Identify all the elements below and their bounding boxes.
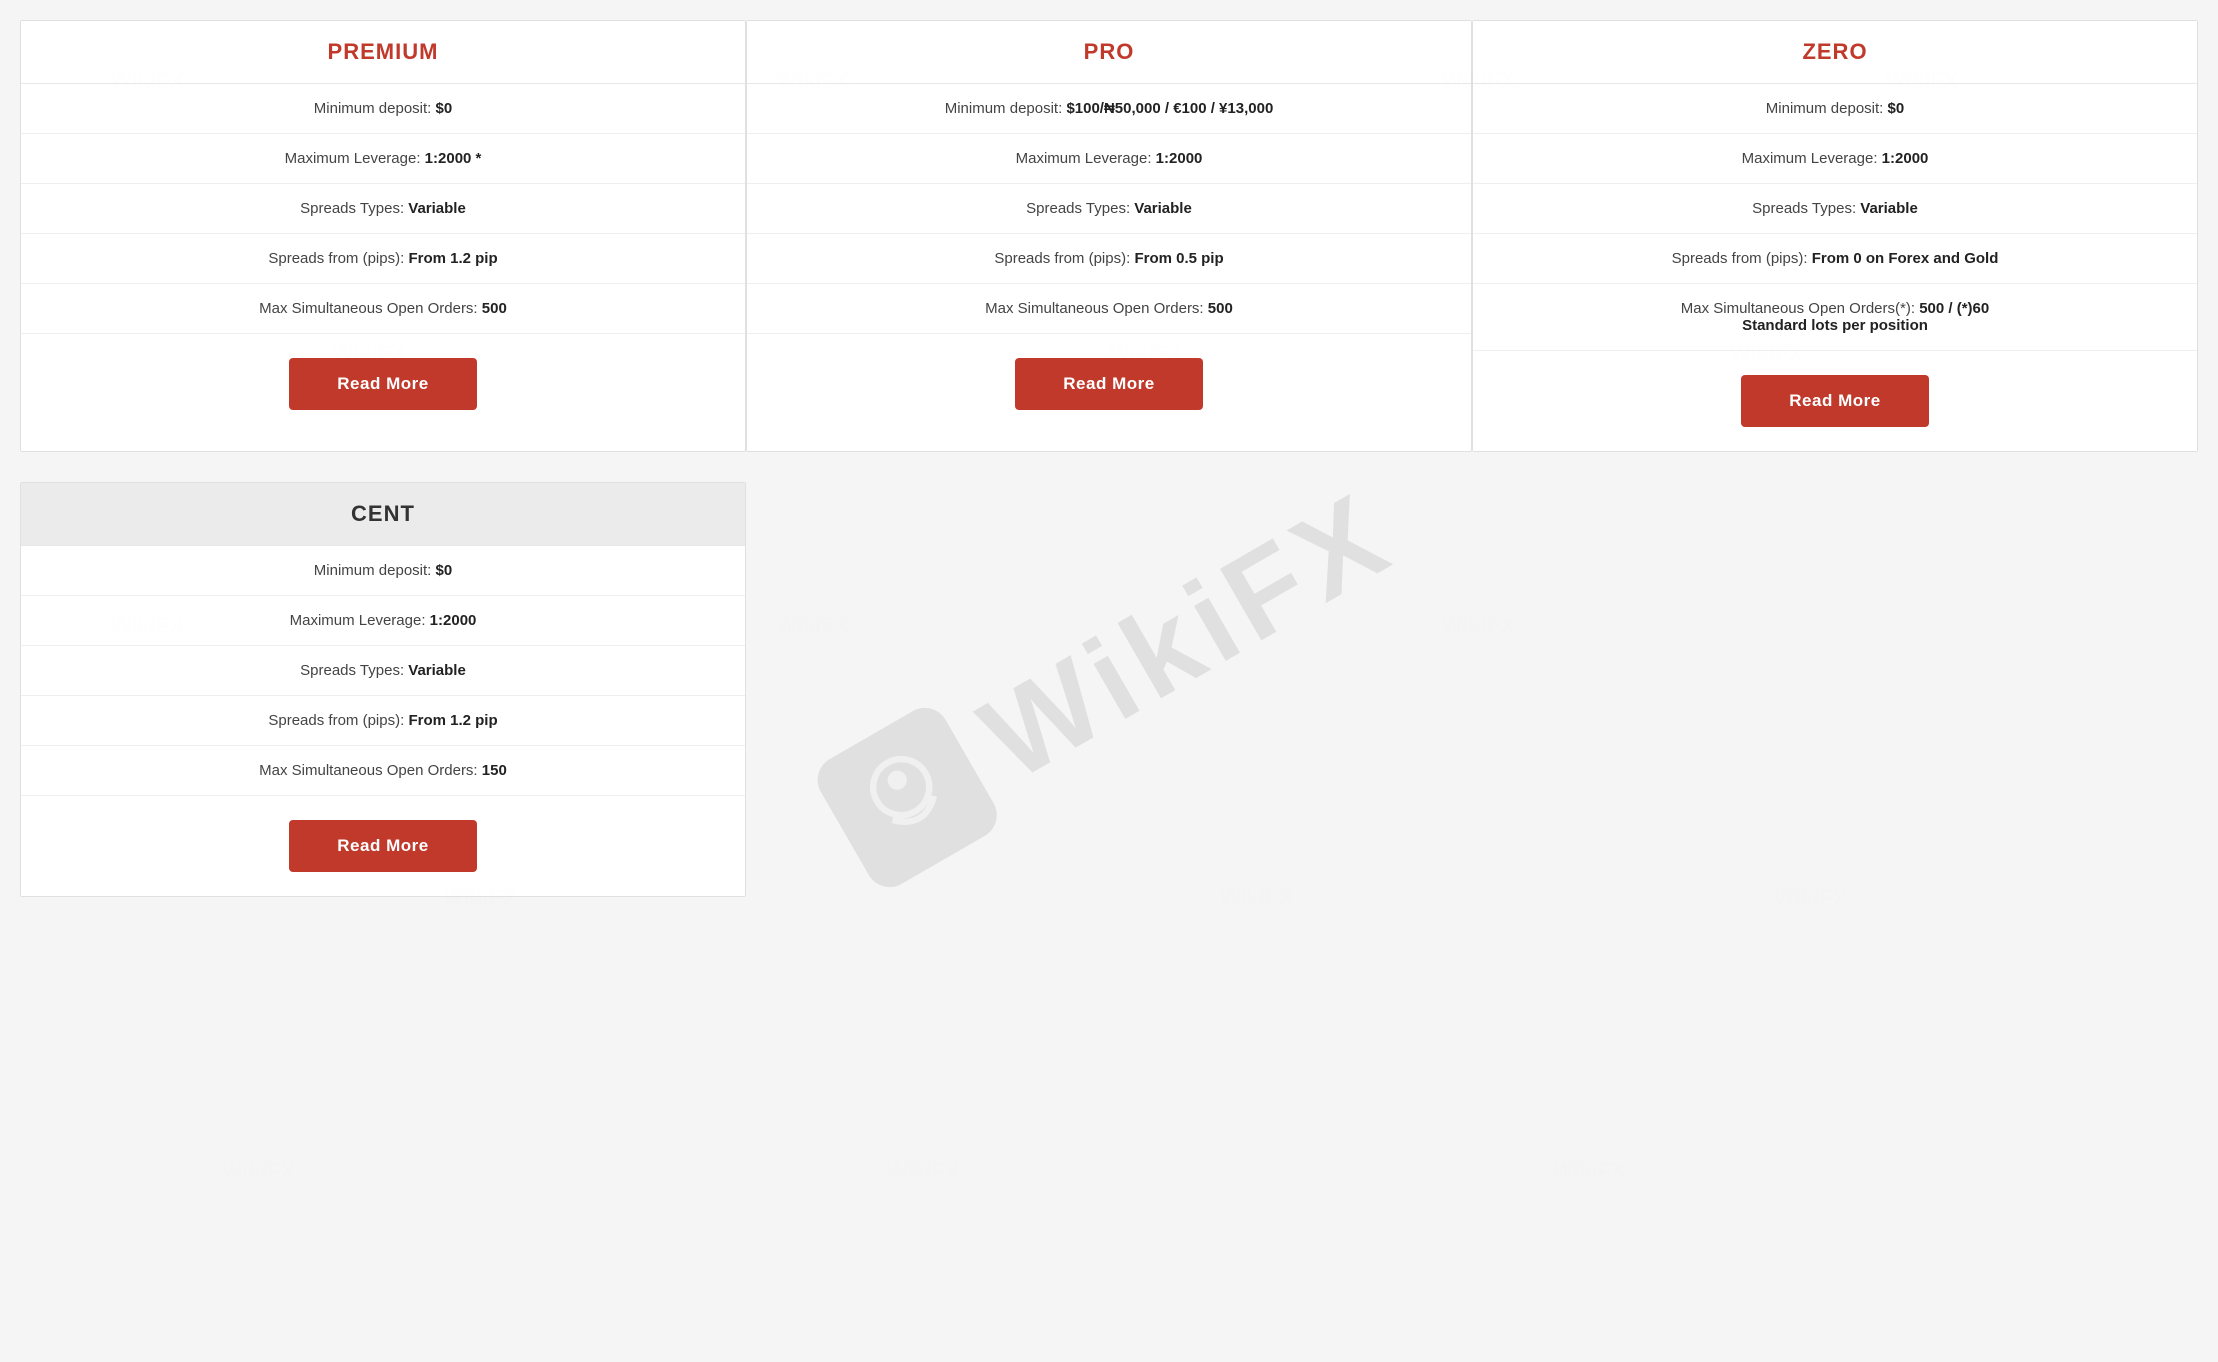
premium-read-more-button[interactable]: Read More [289, 358, 476, 410]
cent-title: CENT [351, 501, 415, 526]
pro-header: PRO [747, 21, 1471, 84]
premium-spreads-types: Spreads Types: Variable [21, 184, 745, 234]
cent-max-orders: Max Simultaneous Open Orders: 150 [21, 746, 745, 796]
premium-card: PREMIUM Minimum deposit: $0 Maximum Leve… [20, 20, 746, 452]
pro-card: PRO Minimum deposit: $100/₦50,000 / €100… [746, 20, 1472, 452]
empty-col-3 [1472, 482, 2198, 897]
zero-card: ZERO Minimum deposit: $0 Maximum Leverag… [1472, 20, 2198, 452]
cent-header: CENT [21, 483, 745, 546]
pro-read-more-button[interactable]: Read More [1015, 358, 1202, 410]
premium-header: PREMIUM [21, 21, 745, 84]
cent-min-deposit: Minimum deposit: $0 [21, 546, 745, 596]
pro-footer: Read More [747, 334, 1471, 434]
zero-footer: Read More [1473, 351, 2197, 451]
empty-col-2 [746, 482, 1472, 897]
zero-read-more-button[interactable]: Read More [1741, 375, 1928, 427]
zero-max-orders: Max Simultaneous Open Orders(*): 500 / (… [1473, 284, 2197, 351]
premium-min-deposit: Minimum deposit: $0 [21, 84, 745, 134]
pro-title: PRO [1084, 39, 1135, 64]
zero-min-deposit: Minimum deposit: $0 [1473, 84, 2197, 134]
cent-footer: Read More [21, 796, 745, 896]
pro-max-orders: Max Simultaneous Open Orders: 500 [747, 284, 1471, 334]
zero-spreads-types: Spreads Types: Variable [1473, 184, 2197, 234]
cent-card: CENT Minimum deposit: $0 Maximum Leverag… [20, 482, 746, 897]
premium-footer: Read More [21, 334, 745, 434]
cent-read-more-button[interactable]: Read More [289, 820, 476, 872]
zero-spreads-from: Spreads from (pips): From 0 on Forex and… [1473, 234, 2197, 284]
cent-spreads-from: Spreads from (pips): From 1.2 pip [21, 696, 745, 746]
pro-min-deposit: Minimum deposit: $100/₦50,000 / €100 / ¥… [747, 84, 1471, 134]
premium-spreads-from: Spreads from (pips): From 1.2 pip [21, 234, 745, 284]
pro-max-leverage: Maximum Leverage: 1:2000 [747, 134, 1471, 184]
pro-spreads-types: Spreads Types: Variable [747, 184, 1471, 234]
premium-max-leverage: Maximum Leverage: 1:2000 * [21, 134, 745, 184]
zero-title: ZERO [1802, 39, 1867, 64]
cent-spreads-types: Spreads Types: Variable [21, 646, 745, 696]
zero-max-leverage: Maximum Leverage: 1:2000 [1473, 134, 2197, 184]
cent-max-leverage: Maximum Leverage: 1:2000 [21, 596, 745, 646]
zero-header: ZERO [1473, 21, 2197, 84]
premium-max-orders: Max Simultaneous Open Orders: 500 [21, 284, 745, 334]
premium-title: PREMIUM [328, 39, 439, 64]
pro-spreads-from: Spreads from (pips): From 0.5 pip [747, 234, 1471, 284]
